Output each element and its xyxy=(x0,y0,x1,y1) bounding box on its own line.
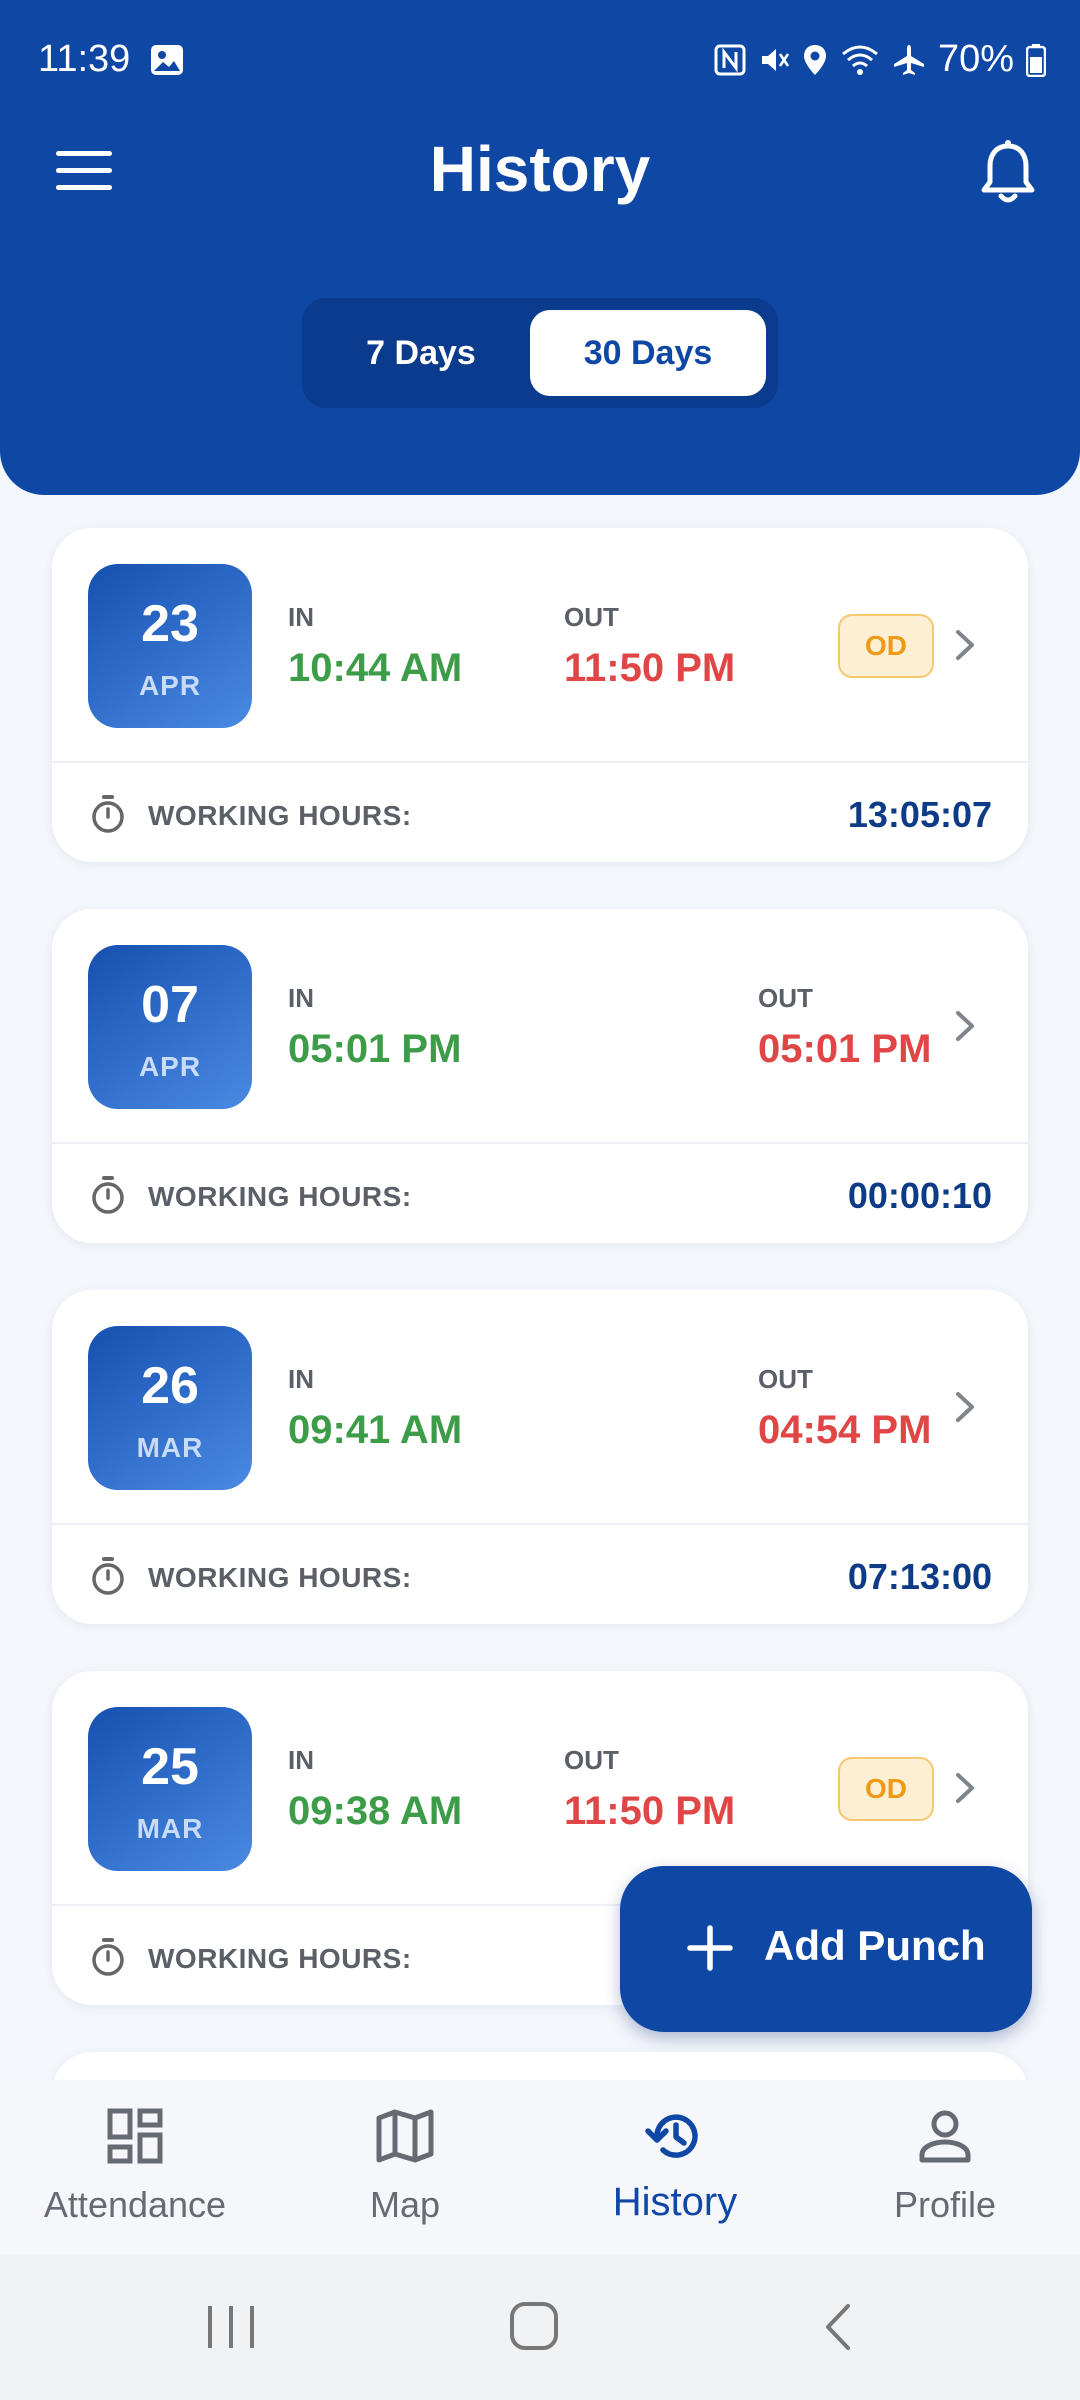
date-month: APR xyxy=(138,670,202,701)
nav-map[interactable]: Map xyxy=(270,2080,540,2254)
history-icon xyxy=(645,2114,698,2158)
nav-map-label: Map xyxy=(369,2184,441,2225)
history-card[interactable]: 07 APR IN 05:01 PM OUT 05:01 PM WORKING … xyxy=(52,909,1028,1243)
in-label: IN xyxy=(288,602,314,632)
battery-icon xyxy=(1026,43,1046,77)
out-time: 11:50 PM xyxy=(564,1789,736,1833)
divider xyxy=(52,1142,1028,1144)
chevron-right-icon[interactable] xyxy=(948,1767,982,1809)
out-label: OUT xyxy=(564,1745,619,1775)
date-tile: 26 MAR xyxy=(88,1326,252,1490)
nav-attendance[interactable]: Attendance xyxy=(0,2080,270,2254)
back-icon[interactable] xyxy=(818,2302,858,2352)
mute-icon xyxy=(761,48,789,71)
working-hours-label: WORKING HOURS: xyxy=(148,1181,412,1212)
out-label: OUT xyxy=(758,1364,813,1394)
working-hours-label: WORKING HOURS: xyxy=(148,1943,412,1974)
period-filter: 7 Days 30 Days xyxy=(302,298,778,408)
filter-30-days[interactable]: 30 Days xyxy=(530,310,766,396)
battery-percent: 70% xyxy=(937,38,1014,80)
nav-profile-label: Profile xyxy=(893,2184,997,2225)
in-time: 09:38 AM xyxy=(288,1789,463,1833)
system-navigation-bar xyxy=(0,2254,1080,2400)
divider xyxy=(52,1523,1028,1525)
in-time: 05:01 PM xyxy=(288,1027,462,1071)
timer-icon xyxy=(92,795,124,833)
status-time: 11:39 xyxy=(38,38,131,80)
add-punch-button[interactable]: Add Punch xyxy=(620,1866,1032,2032)
image-notification-icon xyxy=(151,45,183,75)
date-day: 23 xyxy=(141,595,199,653)
out-time: 05:01 PM xyxy=(758,1027,932,1071)
history-card[interactable]: 26 MAR IN 09:41 AM OUT 04:54 PM WORKING … xyxy=(52,1290,1028,1624)
out-time: 04:54 PM xyxy=(758,1408,932,1452)
in-label: IN xyxy=(288,1745,314,1775)
working-hours-label: WORKING HOURS: xyxy=(148,1562,412,1593)
home-icon[interactable] xyxy=(508,2300,562,2354)
date-tile: 25 MAR xyxy=(88,1707,252,1871)
page-title: History xyxy=(429,133,651,205)
nav-history-label: History xyxy=(612,2180,738,2224)
timer-icon xyxy=(92,1557,124,1595)
od-badge: OD xyxy=(838,614,934,678)
airplane-icon xyxy=(893,44,924,75)
status-bar: 11:39 70% xyxy=(0,0,1080,120)
header: 11:39 70% History 7 Days 30 Days xyxy=(0,0,1080,495)
out-label: OUT xyxy=(564,602,619,632)
card-summary: 07 APR IN 05:01 PM OUT 05:01 PM xyxy=(52,909,1028,1143)
map-icon xyxy=(376,2109,434,2163)
card-summary: 23 APR IN 10:44 AM OUT 11:50 PM OD xyxy=(52,528,1028,762)
timer-icon xyxy=(92,1938,124,1976)
location-icon xyxy=(803,44,826,75)
in-label: IN xyxy=(288,1364,314,1394)
date-day: 25 xyxy=(141,1738,199,1796)
filter-7-days[interactable]: 7 Days xyxy=(314,310,528,396)
chevron-right-icon[interactable] xyxy=(948,1005,982,1047)
plus-icon xyxy=(687,1925,733,1971)
history-card[interactable]: 23 APR IN 10:44 AM OUT 11:50 PM OD WORKI… xyxy=(52,528,1028,862)
working-hours-value: 07:13:00 xyxy=(847,1556,992,1597)
nav-history[interactable]: History xyxy=(540,2080,810,2254)
date-day: 07 xyxy=(141,976,199,1034)
nav-attendance-label: Attendance xyxy=(43,2184,227,2225)
date-month: MAR xyxy=(136,1813,204,1844)
divider xyxy=(52,761,1028,763)
working-hours-value: 00:00:10 xyxy=(847,1175,992,1216)
working-hours-label: WORKING HOURS: xyxy=(148,800,412,831)
date-month: APR xyxy=(138,1051,202,1082)
add-punch-label: Add Punch xyxy=(764,1922,986,1969)
in-time: 10:44 AM xyxy=(288,646,463,690)
date-day: 26 xyxy=(141,1357,199,1415)
chevron-right-icon[interactable] xyxy=(948,1386,982,1428)
person-icon xyxy=(919,2110,971,2163)
status-icons: 70% xyxy=(714,38,1046,81)
working-hours-value: 13:05:07 xyxy=(847,794,992,835)
nav-profile[interactable]: Profile xyxy=(810,2080,1080,2254)
in-time: 09:41 AM xyxy=(288,1408,463,1452)
nfc-icon xyxy=(714,44,746,75)
date-tile: 23 APR xyxy=(88,564,252,728)
in-label: IN xyxy=(288,983,314,1013)
notification-bell-icon[interactable] xyxy=(978,138,1038,206)
card-summary: 26 MAR IN 09:41 AM OUT 04:54 PM xyxy=(52,1290,1028,1524)
bottom-navigation: Attendance Map History Profile xyxy=(0,2080,1080,2254)
od-badge: OD xyxy=(838,1757,934,1821)
recent-apps-icon[interactable] xyxy=(204,2302,258,2352)
dashboard-icon xyxy=(107,2108,163,2164)
date-tile: 07 APR xyxy=(88,945,252,1109)
wifi-icon xyxy=(841,45,878,75)
timer-icon xyxy=(92,1176,124,1214)
chevron-right-icon[interactable] xyxy=(948,624,982,666)
out-time: 11:50 PM xyxy=(564,646,736,690)
date-month: MAR xyxy=(136,1432,204,1463)
out-label: OUT xyxy=(758,983,813,1013)
